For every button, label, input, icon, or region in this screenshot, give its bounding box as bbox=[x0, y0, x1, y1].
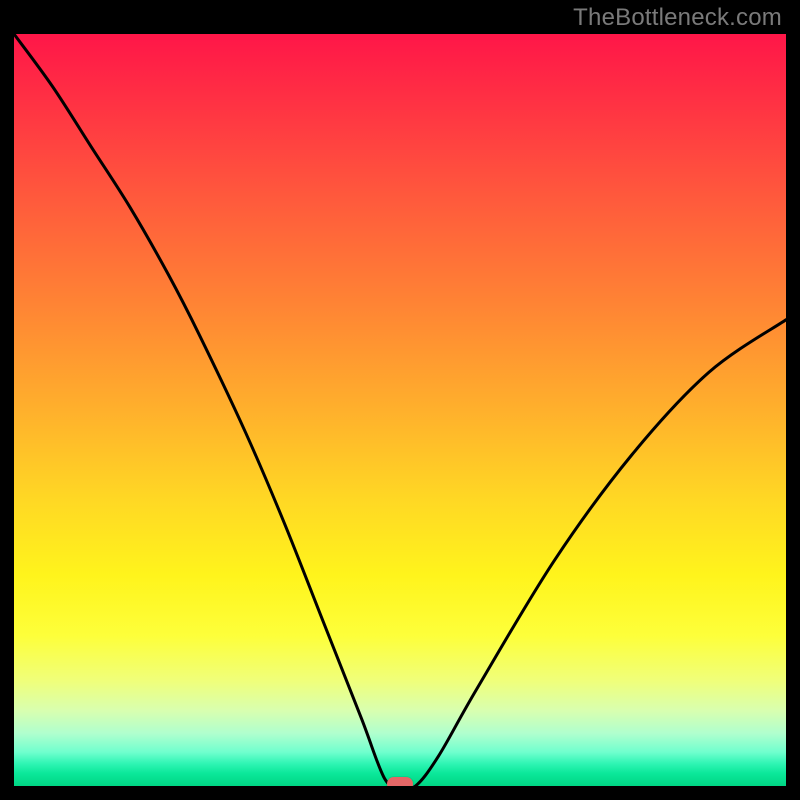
optimum-marker bbox=[387, 777, 413, 786]
plot-area bbox=[14, 34, 786, 786]
figure-container: TheBottleneck.com bbox=[0, 0, 800, 800]
watermark-label: TheBottleneck.com bbox=[573, 4, 782, 32]
bottleneck-curve bbox=[14, 34, 786, 786]
